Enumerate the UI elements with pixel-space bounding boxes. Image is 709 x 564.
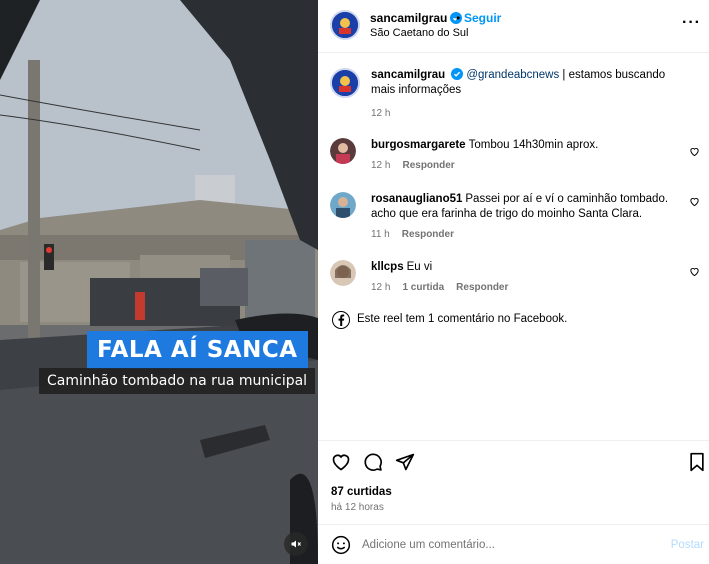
caption-time[interactable]: 12 h [371, 108, 390, 119]
facebook-icon [332, 311, 350, 329]
heart-icon[interactable] [689, 146, 700, 157]
reel-video[interactable]: FALA AÍ SANCA Caminhão tombado na rua mu… [0, 0, 318, 564]
caption-username[interactable]: sancamilgrau [371, 69, 445, 81]
author-avatar[interactable] [330, 10, 360, 40]
comment-time[interactable]: 12 h [371, 160, 390, 171]
likes-count[interactable]: 87 curtidas [331, 486, 392, 498]
comments-section: sancamilgrau @grandeabcnews | estamos bu… [318, 54, 709, 439]
post-comment-button[interactable]: Postar [671, 539, 704, 551]
video-frame [0, 0, 318, 564]
comment-meta: 12 h 1 curtida Responder [371, 282, 520, 293]
comment-meta: 12 h Responder [371, 160, 467, 171]
comment-username[interactable]: burgosmargarete [371, 139, 466, 151]
save-button[interactable] [687, 452, 707, 472]
comment-likes[interactable]: 1 curtida [402, 282, 444, 293]
comment-username[interactable]: rosanaugliano51 [371, 193, 462, 205]
caption-mention[interactable]: @grandeabcnews [466, 69, 559, 81]
follow-button[interactable]: Seguir [464, 11, 501, 25]
video-caption-subtitle: Caminhão tombado na rua municipal [39, 368, 316, 394]
like-button[interactable] [331, 452, 351, 472]
comment-item: burgosmargarete Tombou 14h30min aprox. 12… [330, 138, 700, 178]
reply-button[interactable]: Responder [402, 229, 454, 240]
caption-meta: 12 h [371, 108, 402, 119]
heart-icon[interactable] [689, 196, 700, 207]
facebook-comments-note[interactable]: Este reel tem 1 comentário no Facebook. [330, 311, 700, 331]
facebook-note-text: Este reel tem 1 comentário no Facebook. [357, 313, 568, 325]
post-header: sancamilgrau • Seguir São Caetano do Sul… [318, 0, 709, 53]
post-caption: sancamilgrau @grandeabcnews | estamos bu… [330, 68, 700, 128]
comment-item: kllcps Eu vi 12 h 1 curtida Responder [330, 260, 700, 305]
reply-button[interactable]: Responder [456, 282, 508, 293]
comment-body: Tombou 14h30min aprox. [468, 139, 599, 151]
comment-button[interactable] [363, 452, 383, 472]
verified-badge-icon [451, 68, 464, 80]
comment-item: rosanaugliano51 Passei por aí e ví o cami… [330, 192, 700, 252]
comment-composer: Postar [318, 524, 709, 564]
comment-text: rosanaugliano51 Passei por aí e ví o cami… [371, 192, 681, 222]
post-location[interactable]: São Caetano do Sul [370, 27, 468, 39]
comment-input[interactable] [362, 535, 652, 555]
commenter-avatar[interactable] [330, 138, 356, 164]
post-actions: 87 curtidas há 12 horas [318, 440, 709, 517]
more-options-button[interactable]: ··· [682, 14, 701, 32]
comment-body: Eu vi [406, 261, 433, 273]
mute-button[interactable] [284, 532, 308, 556]
more-horizontal-icon: ··· [682, 14, 701, 31]
comment-time[interactable]: 12 h [371, 282, 390, 293]
comment-text: burgosmargarete Tombou 14h30min aprox. [371, 138, 681, 153]
commenter-avatar[interactable] [330, 192, 356, 218]
reply-button[interactable]: Responder [402, 160, 454, 171]
comment-username[interactable]: kllcps [371, 261, 404, 273]
comment-meta: 11 h Responder [371, 229, 466, 240]
author-username[interactable]: sancamilgrau [370, 11, 463, 25]
share-button[interactable] [395, 452, 415, 472]
caption-text: sancamilgrau @grandeabcnews | estamos bu… [371, 68, 681, 98]
commenter-avatar[interactable] [330, 260, 356, 286]
heart-icon[interactable] [689, 266, 700, 277]
author-username-text[interactable]: sancamilgrau [370, 11, 447, 25]
caption-author-avatar[interactable] [330, 68, 360, 98]
separator-dot: • [456, 11, 461, 25]
video-caption-title: FALA AÍ SANCA [87, 331, 308, 369]
reel-post-modal: FALA AÍ SANCA Caminhão tombado na rua mu… [0, 0, 709, 564]
post-panel: sancamilgrau • Seguir São Caetano do Sul… [318, 0, 709, 564]
comment-time[interactable]: 11 h [371, 229, 390, 240]
emoji-icon[interactable] [331, 535, 351, 555]
post-time[interactable]: há 12 horas [331, 502, 384, 513]
comment-text: kllcps Eu vi [371, 260, 681, 275]
speaker-muted-icon [291, 540, 301, 548]
